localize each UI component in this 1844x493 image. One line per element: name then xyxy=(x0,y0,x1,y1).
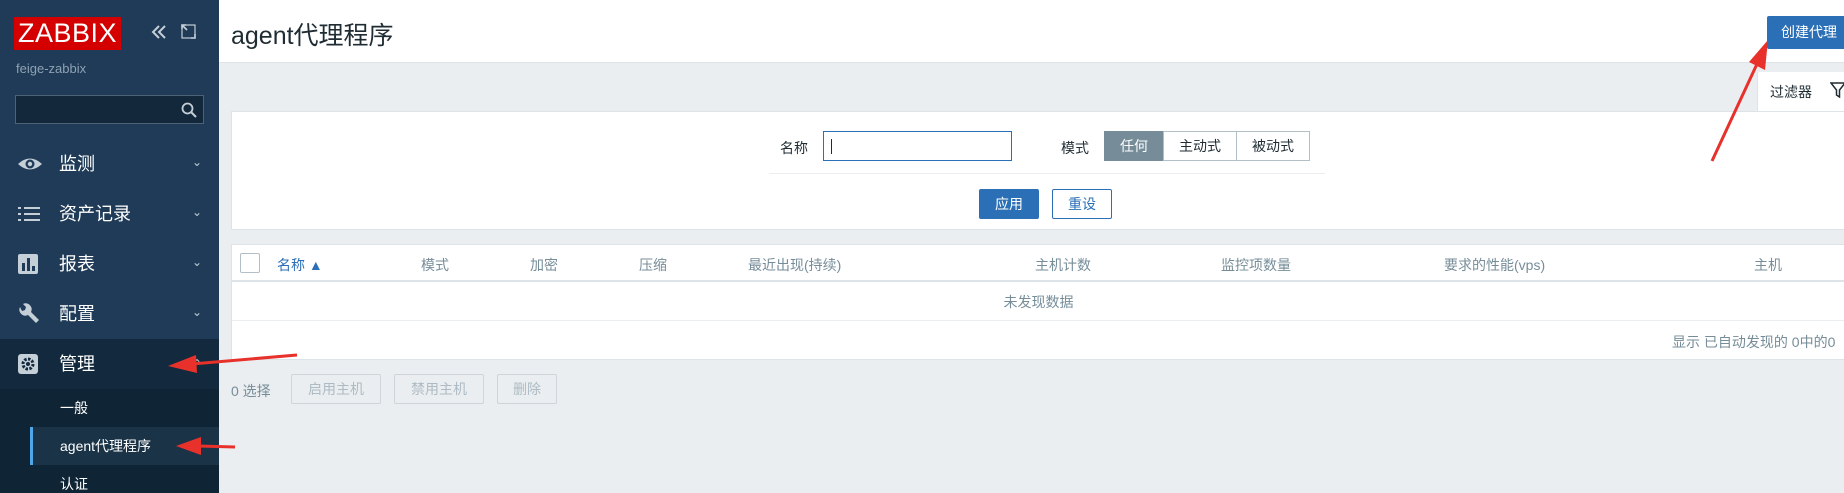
enable-hosts-button[interactable]: 启用主机 xyxy=(291,374,381,404)
filter-tab-label: 过滤器 xyxy=(1770,84,1812,100)
filter-tab[interactable]: 过滤器 xyxy=(1757,72,1844,112)
reset-button[interactable]: 重设 xyxy=(1052,189,1112,219)
chevron-down-icon: ⌄ xyxy=(192,155,203,169)
menu-reports[interactable]: 报表 ⌄ xyxy=(0,239,219,289)
mode-option-any[interactable]: 任何 xyxy=(1104,131,1164,161)
menu-monitoring[interactable]: 监测 ⌄ xyxy=(0,139,219,189)
bar-chart-icon xyxy=(17,253,41,275)
page-title: agent代理程序 xyxy=(231,22,394,50)
chevron-down-icon: ⌄ xyxy=(192,255,203,269)
column-required-performance: 要求的性能(vps) xyxy=(1444,257,1546,273)
table-stats: 显示 已自动发现的 0中的0 xyxy=(1672,334,1836,350)
list-icon xyxy=(17,203,41,225)
menu-inventory[interactable]: 资产记录 ⌄ xyxy=(0,189,219,239)
mode-filter-label: 模式 xyxy=(1061,140,1089,156)
expand-icon[interactable] xyxy=(180,23,197,44)
column-encryption: 加密 xyxy=(530,257,558,273)
mode-option-active[interactable]: 主动式 xyxy=(1163,131,1237,161)
filter-icon xyxy=(1829,82,1844,99)
column-compression: 压缩 xyxy=(639,257,667,273)
chevron-down-icon: ⌄ xyxy=(192,205,203,219)
apply-button[interactable]: 应用 xyxy=(979,189,1039,219)
sidebar: ZABBIX feige-zabbix 监测 ⌄ 资产记录 ⌄ 报表 ⌄ 配置 … xyxy=(0,0,219,493)
filter-divider xyxy=(769,173,1325,174)
proxies-table: 名称 ▲ 模式 加密 压缩 最近出现(持续) 主机计数 监控项数量 要求的性能(… xyxy=(231,244,1844,360)
mode-option-passive[interactable]: 被动式 xyxy=(1236,131,1310,161)
search-icon[interactable] xyxy=(181,102,197,118)
menu-monitoring-label: 监测 xyxy=(59,154,95,174)
column-mode: 模式 xyxy=(421,257,449,273)
chevron-down-icon: ⌄ xyxy=(192,305,203,319)
text-cursor xyxy=(831,139,832,154)
menu-administration-label: 管理 xyxy=(59,354,95,374)
sidebar-header: ZABBIX xyxy=(0,0,219,60)
column-last-seen: 最近出现(持续) xyxy=(748,257,842,273)
menu-inventory-label: 资产记录 xyxy=(59,204,131,224)
eye-icon xyxy=(17,153,42,175)
zabbix-logo[interactable]: ZABBIX xyxy=(14,17,122,50)
server-name: feige-zabbix xyxy=(16,61,87,76)
table-header: 名称 ▲ 模式 加密 压缩 最近出现(持续) 主机计数 监控项数量 要求的性能(… xyxy=(232,245,1844,282)
selected-count: 0 选择 xyxy=(231,383,271,399)
no-data-row: 未发现数据 xyxy=(232,284,1844,321)
menu-administration[interactable]: 管理 ⌃ xyxy=(0,339,219,389)
menu-configuration[interactable]: 配置 ⌄ xyxy=(0,289,219,339)
submenu-general[interactable]: 一般 xyxy=(30,389,219,427)
column-name[interactable]: 名称 ▲ xyxy=(277,255,323,275)
administration-submenu: 一般 agent代理程序 认证 xyxy=(0,389,219,493)
double-chevron-left-icon[interactable] xyxy=(149,22,169,46)
column-item-count: 监控项数量 xyxy=(1221,257,1291,273)
column-hosts: 主机 xyxy=(1754,257,1782,273)
create-proxy-button[interactable]: 创建代理 xyxy=(1767,16,1844,49)
gear-icon xyxy=(17,353,41,375)
submenu-proxies[interactable]: agent代理程序 xyxy=(30,427,219,465)
submenu-authentication[interactable]: 认证 xyxy=(30,465,219,493)
disable-hosts-button[interactable]: 禁用主机 xyxy=(394,374,484,404)
name-filter-input[interactable] xyxy=(823,131,1012,161)
name-filter-label: 名称 xyxy=(780,140,808,156)
page-header: agent代理程序 创建代理 xyxy=(219,0,1844,63)
menu-reports-label: 报表 xyxy=(59,254,95,274)
delete-button[interactable]: 删除 xyxy=(497,374,557,404)
column-host-count: 主机计数 xyxy=(1035,257,1091,273)
wrench-icon xyxy=(17,303,41,325)
menu-configuration-label: 配置 xyxy=(59,304,95,324)
select-all-checkbox[interactable] xyxy=(240,253,260,273)
sidebar-search-input[interactable] xyxy=(15,95,204,124)
filter-panel: 名称 模式 任何 主动式 被动式 应用 重设 xyxy=(231,111,1844,230)
chevron-up-icon: ⌃ xyxy=(192,357,203,371)
